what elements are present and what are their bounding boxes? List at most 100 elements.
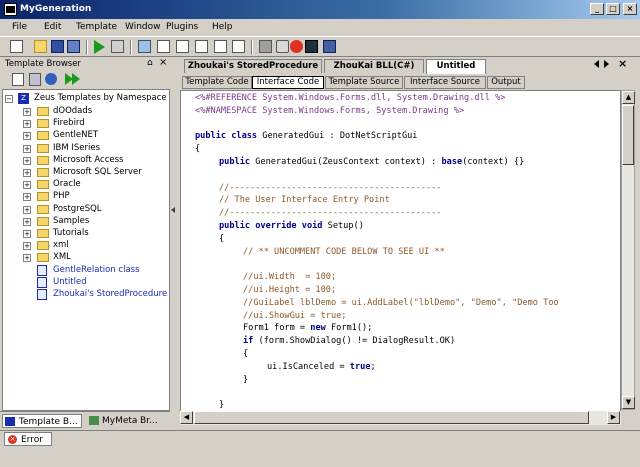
save-all-icon[interactable] <box>67 40 80 53</box>
bottom-area <box>0 446 640 467</box>
error-tab-label: Error <box>21 435 43 445</box>
stop-icon[interactable] <box>290 40 303 53</box>
panel-close-icon[interactable]: × <box>159 57 167 68</box>
expand-icon[interactable]: + <box>23 108 31 116</box>
folder-icon <box>37 180 49 190</box>
tab-mymeta[interactable]: MyMeta <box>88 414 137 428</box>
expand-icon[interactable]: + <box>23 181 31 190</box>
app-icon[interactable] <box>4 3 17 16</box>
menu-template[interactable]: Template <box>76 22 117 32</box>
paste-icon[interactable] <box>176 40 189 53</box>
main-toolbar <box>0 36 640 57</box>
scroll-left-button[interactable]: ◀ <box>180 411 193 424</box>
tree-folder-label: Microsoft SQL Server <box>53 167 142 177</box>
code-line: //--------------------------------------… <box>219 183 441 194</box>
expand-icon[interactable]: + <box>23 254 31 263</box>
scroll-tabs-right-icon[interactable] <box>604 60 609 68</box>
expand-icon[interactable]: + <box>23 205 31 214</box>
hscroll-thumb[interactable] <box>194 411 589 424</box>
web-icon[interactable] <box>45 73 57 85</box>
expand-icon[interactable]: + <box>23 120 31 129</box>
tree-file-label: Untitled <box>53 276 87 287</box>
scroll-down-button[interactable]: ▼ <box>622 396 635 409</box>
tree-folder-label: Microsoft Access <box>53 154 124 165</box>
tab-template-source[interactable]: Template Source <box>325 76 403 89</box>
code-token: (context) {} <box>462 157 525 167</box>
folder-icon <box>37 119 49 129</box>
menu-bar: File Edit Template Window Plugins Help <box>0 19 640 36</box>
refresh-icon[interactable] <box>12 73 24 86</box>
code-token: ; <box>370 361 376 372</box>
close-button[interactable]: × <box>623 3 637 15</box>
expand-icon[interactable]: + <box>23 132 31 141</box>
tab-output[interactable]: Output <box>487 76 525 89</box>
doc-tab-bll[interactable]: ZhouKai BLL(C#) <box>324 59 424 73</box>
expand-icon[interactable]: + <box>23 217 31 226</box>
expand-icon[interactable]: + <box>23 156 31 165</box>
copy-icon[interactable] <box>157 40 170 53</box>
expand-icon[interactable]: + <box>23 144 31 153</box>
tree-folder-label: Samples <box>53 215 90 226</box>
doc-tab-storedprocedure[interactable]: Zhoukai's StoredProcedure <box>184 59 322 73</box>
open-folder-icon[interactable] <box>34 40 47 53</box>
scroll-up-button[interactable]: ▲ <box>622 91 635 104</box>
code-editor[interactable]: <%#REFERENCE System.Windows.Forms.dll, S… <box>180 90 621 425</box>
compare-icon[interactable] <box>195 40 208 53</box>
expand-icon[interactable]: + <box>23 169 31 177</box>
code-token: public <box>219 157 256 167</box>
tools-icon[interactable] <box>259 40 272 53</box>
new-file-icon[interactable] <box>10 40 23 53</box>
code-token: { <box>195 144 201 155</box>
project-icon[interactable] <box>138 40 151 53</box>
scroll-thumb[interactable] <box>622 105 634 165</box>
mymeta-icon <box>89 416 99 425</box>
document-tabs: Zhoukai's StoredProcedure ZhouKai BLL(C#… <box>178 57 640 74</box>
error-tab[interactable]: × Error <box>4 432 52 446</box>
tab-template-code[interactable]: Template Code <box>182 76 252 89</box>
menu-help[interactable]: Help <box>212 22 233 32</box>
run-icon[interactable] <box>94 40 105 54</box>
tab-template-browser[interactable]: Template B... <box>2 414 82 428</box>
folder-icon <box>37 168 49 177</box>
menu-plugins[interactable]: Plugins <box>166 22 198 32</box>
execute-all-icon[interactable] <box>72 73 80 85</box>
expand-icon[interactable]: + <box>23 230 31 238</box>
open-template-icon[interactable] <box>111 40 124 53</box>
document-icon[interactable] <box>214 40 227 53</box>
panel-splitter[interactable] <box>170 57 176 430</box>
scroll-tabs-left-icon[interactable] <box>594 60 599 68</box>
database-icon[interactable] <box>323 40 336 53</box>
scroll-right-button[interactable]: ▶ <box>607 411 620 424</box>
code-line: { <box>195 144 200 155</box>
pin-icon[interactable]: ⌂ <box>147 58 153 68</box>
expand-icon[interactable]: + <box>23 242 31 251</box>
tab-interface-code[interactable]: Interface Code <box>252 76 324 89</box>
tab-label: Template B... <box>19 417 78 427</box>
maximize-button[interactable]: □ <box>606 3 620 15</box>
menu-file[interactable]: File <box>12 22 27 32</box>
code-line: <%#REFERENCE System.Windows.Forms.dll, S… <box>195 93 505 104</box>
code-token: } <box>243 374 249 385</box>
horizontal-scrollbar[interactable]: ◀ ▶ <box>180 411 621 425</box>
menu-window[interactable]: Window <box>125 22 161 32</box>
code-line: // The User Interface Entry Point <box>219 195 390 206</box>
folder-icon <box>37 229 49 238</box>
save-icon[interactable] <box>51 40 64 53</box>
minimize-button[interactable]: _ <box>590 3 604 15</box>
code-token: ui.IsCanceled = <box>267 361 350 372</box>
menu-edit[interactable]: Edit <box>44 22 61 32</box>
tab-interface-source[interactable]: Interface Source <box>404 76 486 89</box>
tab-browser[interactable]: Br... <box>134 414 168 428</box>
settings-icon[interactable] <box>276 40 289 53</box>
expand-icon[interactable]: + <box>23 193 31 202</box>
collapse-icon[interactable]: − <box>5 95 13 103</box>
splitter-arrow-icon[interactable] <box>171 207 175 213</box>
console-icon[interactable] <box>305 40 318 53</box>
close-doc-icon[interactable]: × <box>618 57 627 70</box>
vertical-scrollbar[interactable]: ▲ ▼ <box>621 90 635 410</box>
text-icon[interactable] <box>232 40 245 53</box>
code-token: GeneratedGui(ZeusContext context) : <box>255 157 442 167</box>
code-token: if <box>243 336 259 347</box>
doc-tab-untitled[interactable]: Untitled <box>426 59 486 74</box>
tree-view-icon[interactable] <box>29 73 41 86</box>
